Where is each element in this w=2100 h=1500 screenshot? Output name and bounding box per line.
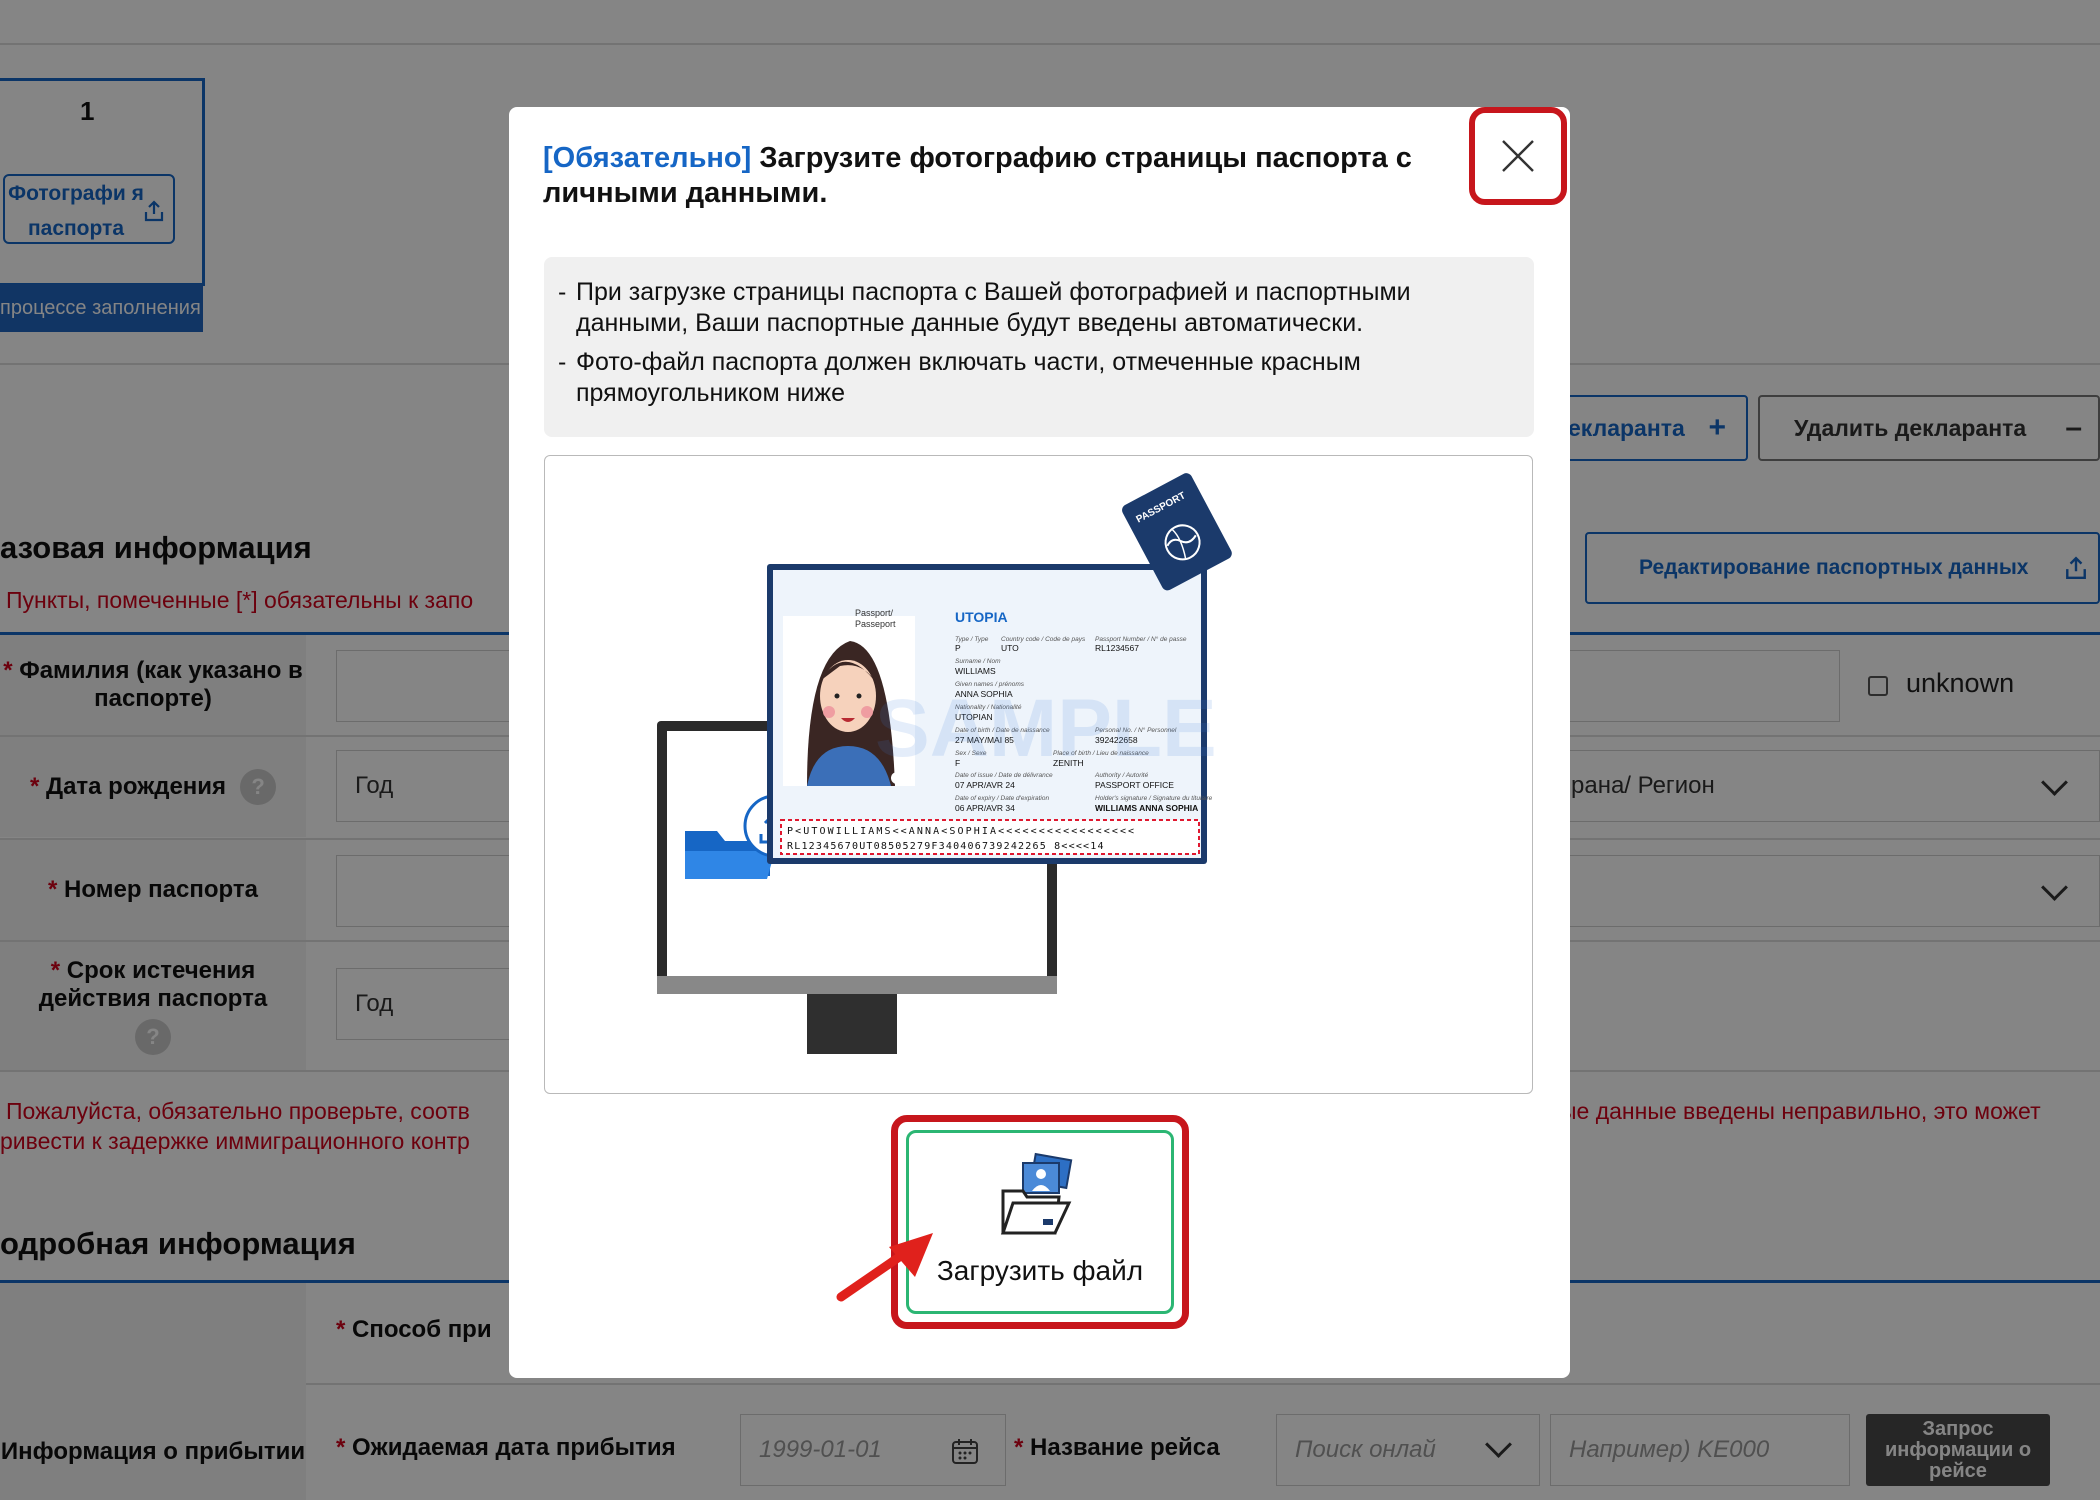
- field-label: Date of expiry / Date d'expiration: [955, 795, 1049, 802]
- passport-data-page: Passport/ Passeport UTOPIA Type / Type C…: [767, 564, 1217, 864]
- field-value: 06 APR/AVR 34: [955, 803, 1015, 813]
- field-value: PASSPORT OFFICE: [1095, 780, 1174, 790]
- close-icon: [1502, 140, 1534, 172]
- info-item: - Фото-файл паспорта должен включать част…: [558, 348, 1361, 407]
- info-item: - При загрузке страницы паспорта с Вашей …: [558, 278, 1411, 337]
- field-label: Holder's signature / Signature du titula…: [1095, 795, 1213, 802]
- close-button[interactable]: [1469, 107, 1567, 205]
- passport-country: UTOPIA: [955, 609, 1008, 625]
- field-value: RL1234567: [1095, 643, 1139, 653]
- modal-title: [Обязательно] Загрузите фотографию стран…: [543, 141, 1443, 211]
- field-value: 07 APR/AVR 24: [955, 780, 1015, 790]
- field-value: P: [955, 643, 961, 653]
- passport-upload-modal: [Обязательно] Загрузите фотографию стран…: [509, 107, 1570, 1378]
- field-value: WILLIAMS: [955, 666, 996, 676]
- field-label: Country code / Code de pays: [1001, 636, 1086, 643]
- passport-example-illustration: Passport/ Passeport UTOPIA Type / Type C…: [544, 455, 1533, 1094]
- info-box: - При загрузке страницы паспорта с Вашей …: [544, 257, 1534, 437]
- field-label: Passport Number / N° de passe: [1095, 635, 1187, 643]
- upload-file-button[interactable]: Загрузить файл: [906, 1130, 1174, 1314]
- upload-file-label: Загрузить файл: [936, 1255, 1144, 1286]
- field-label: Type / Type: [955, 636, 989, 643]
- sample-watermark: SAMPLE: [875, 683, 1217, 774]
- field-value: UTO: [1001, 643, 1019, 653]
- modal-title-required-tag: [Обязательно]: [543, 142, 752, 174]
- folder-photo-icon: [1000, 1152, 1073, 1235]
- passport-label-2: Passeport: [855, 619, 896, 629]
- passport-label-1: Passport/: [855, 608, 894, 618]
- field-label: Surname / Nom: [955, 658, 1001, 665]
- mrz-line-1: P<UTOWILLIAMS<<ANNA<SOPHIA<<<<<<<<<<<<<<…: [787, 826, 1136, 837]
- pointer-arrow-icon: [836, 1233, 933, 1302]
- mrz-line-2: RL12345670UT08505279F340406739242265 8<<…: [787, 841, 1105, 852]
- field-value: WILLIAMS ANNA SOPHIA: [1095, 803, 1198, 813]
